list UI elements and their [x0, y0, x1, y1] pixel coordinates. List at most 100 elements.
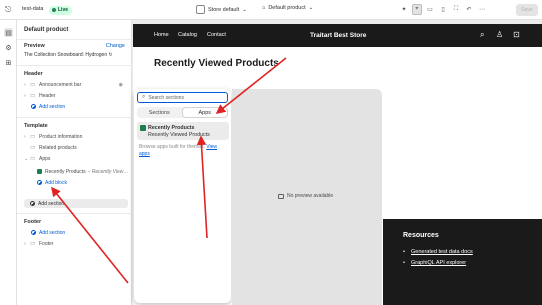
more-icon[interactable]: ⋯: [477, 4, 487, 15]
divider: [17, 213, 132, 214]
add-section-label: Add section: [39, 103, 66, 110]
refresh-icon[interactable]: ↻: [109, 52, 113, 58]
section-header[interactable]: › ▭ Header: [24, 91, 55, 100]
store-brand[interactable]: Traitart Best Store: [310, 32, 366, 39]
chevron-down-icon: ⌄: [308, 5, 314, 11]
eye-icon[interactable]: ◉: [119, 82, 123, 88]
preview-product-name: The Collection Snowboard: Hydrogen: [24, 52, 108, 58]
preview-change-link[interactable]: Change: [106, 43, 125, 49]
footer-add-section-button[interactable]: Add section: [31, 228, 65, 237]
app-logo-icon: [140, 125, 146, 131]
inspector-icon[interactable]: ⌖: [412, 4, 422, 15]
chevron-down-icon: ⌄: [242, 6, 247, 13]
sidebar-title: Default product: [24, 27, 69, 33]
footer-title: Resources: [403, 232, 439, 239]
add-section-popover: ⌕ Sections Apps Recently Products Recent…: [134, 89, 231, 303]
section-apps[interactable]: ⌄ ▭ Apps: [24, 154, 50, 163]
live-dot-icon: [52, 8, 56, 12]
live-badge: Live: [49, 5, 73, 15]
live-label: Live: [58, 7, 69, 13]
cart-icon[interactable]: ⊡: [513, 30, 520, 39]
search-box[interactable]: ⌕: [137, 92, 228, 103]
section-icon: ▭: [30, 133, 36, 140]
footer-link-graphiql[interactable]: GraphiQL API explorer: [411, 260, 466, 266]
bullet-icon: •: [403, 249, 405, 255]
divider: [17, 117, 132, 118]
mobile-view-icon[interactable]: ▯: [438, 4, 448, 15]
header-heading: Header: [24, 71, 43, 77]
add-section-label: Add section: [38, 200, 65, 207]
app-block-sub: – Recently View…: [87, 168, 129, 175]
theme-icon: [196, 5, 205, 14]
section-label: Header: [39, 92, 56, 99]
section-product-information[interactable]: › ▭ Product information: [24, 132, 82, 141]
sections-sidebar: Default product Preview Change The Colle…: [17, 20, 132, 305]
section-icon: ▭: [30, 92, 36, 99]
browse-apps-text: Browse apps built for themes. View apps: [139, 144, 227, 158]
add-circle-icon: [31, 104, 36, 109]
fullscreen-icon[interactable]: ⛶: [451, 4, 461, 15]
search-sections-input[interactable]: [148, 94, 219, 101]
section-icon: ▭: [30, 155, 36, 162]
add-block-label: Add block: [45, 179, 67, 186]
store-name: test-data: [22, 6, 44, 12]
recently-viewed-heading: Recently Viewed Products: [154, 58, 279, 69]
add-circle-icon: [37, 180, 42, 185]
section-announcement-bar[interactable]: › ▭ Announcement bar: [24, 80, 81, 89]
editor-topbar: ⎋ test-data Live Store default ⌄ ⌂ Defau…: [0, 0, 542, 20]
save-button[interactable]: Save: [516, 4, 538, 16]
app-item-recently-products[interactable]: Recently Products Recently Viewed Produc…: [137, 122, 229, 140]
header-add-section-button[interactable]: Add section: [31, 102, 65, 111]
template-add-section-button[interactable]: Add section: [24, 199, 128, 208]
template-heading: Template: [24, 123, 48, 129]
add-section-label: Add section: [39, 229, 66, 236]
section-label: Footer: [39, 240, 54, 247]
no-preview-panel: No preview available: [232, 89, 382, 305]
section-label: Product information: [39, 133, 83, 140]
sections-icon[interactable]: ▤: [4, 28, 13, 37]
sidekick-icon[interactable]: ✦: [399, 4, 409, 15]
browse-text: Browse apps built for themes.: [139, 144, 205, 150]
preview-heading: Preview: [24, 43, 45, 49]
image-placeholder-icon: [278, 193, 284, 199]
app-name: Recently Products: [148, 124, 195, 131]
theme-selector[interactable]: Store default ⌄: [196, 5, 247, 14]
editor-rail: ▤ ⚙ ⊞: [0, 20, 17, 305]
apps-icon[interactable]: ⊞: [4, 58, 13, 67]
nav-home[interactable]: Home: [154, 32, 169, 38]
divider: [17, 65, 132, 66]
settings-icon[interactable]: ⚙: [4, 43, 13, 52]
app-logo-icon: [37, 169, 42, 174]
tab-apps[interactable]: Apps: [181, 107, 228, 118]
search-icon[interactable]: ⌕: [480, 30, 484, 40]
undo-icon[interactable]: ↶: [464, 4, 474, 15]
desktop-view-icon[interactable]: ▭: [425, 4, 435, 15]
tab-sections[interactable]: Sections: [137, 107, 182, 118]
nav-catalog[interactable]: Catalog: [178, 32, 197, 38]
section-footer[interactable]: › ▭ Footer: [24, 239, 53, 248]
nav-contact[interactable]: Contact: [207, 32, 226, 38]
theme-name: Store default: [208, 6, 240, 13]
page-name: Default product: [268, 5, 306, 11]
app-block-recently-products[interactable]: Recently Products – Recently View…: [37, 167, 128, 176]
footer-link-docs[interactable]: Generated test data docs: [411, 249, 473, 255]
app-block-name[interactable]: Recently Viewed Products: [148, 132, 210, 138]
toolbar-tools: ✦ ⌖ ▭ ▯ ⛶ ↶ ⋯: [399, 4, 487, 15]
preview-value: The Collection Snowboard: Hydrogen ↻: [24, 52, 113, 58]
exit-icon[interactable]: ⎋: [5, 5, 15, 15]
footer-heading: Footer: [24, 219, 42, 225]
bullet-icon: •: [403, 260, 405, 266]
search-icon: ⌕: [142, 94, 146, 100]
store-footer: Resources • Generated test data docs • G…: [383, 219, 542, 305]
section-icon: ▭: [30, 81, 36, 88]
popover-tabs: Sections Apps: [137, 107, 228, 118]
page-selector[interactable]: ⌂ Default product ⌄: [262, 5, 313, 11]
no-preview-message: No preview available: [278, 193, 333, 199]
account-icon[interactable]: ♙: [496, 30, 503, 39]
divider: [17, 39, 132, 40]
store-header: Home Catalog Contact Traitart Best Store…: [133, 24, 542, 47]
add-block-button[interactable]: Add block: [37, 178, 67, 187]
section-related-products[interactable]: ▭ Related products: [24, 143, 77, 152]
section-icon: ▭: [30, 144, 36, 151]
tag-icon: ⌂: [262, 5, 266, 11]
